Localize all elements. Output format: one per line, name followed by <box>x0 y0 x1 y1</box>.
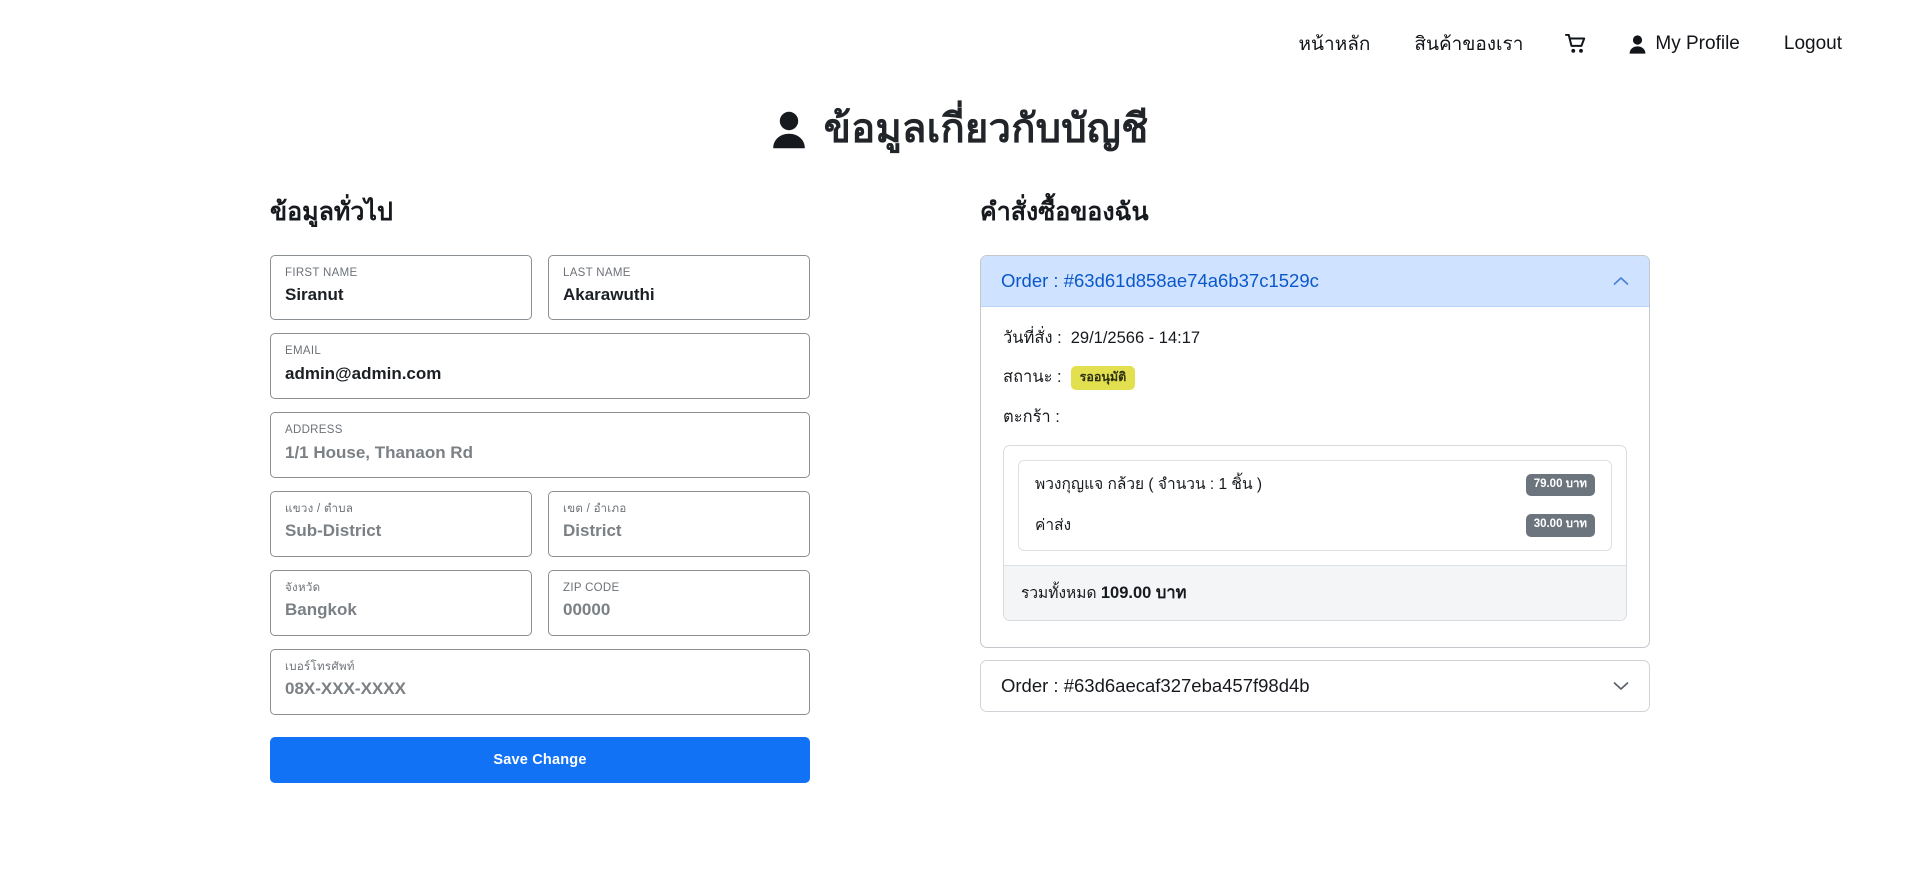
sub-district-value: Sub-District <box>285 521 382 541</box>
order-title-0: Order : #63d61d858ae74a6b37c1529c <box>1001 269 1319 291</box>
nav-my-profile[interactable]: My Profile <box>1607 25 1761 63</box>
orders-accordion: Order : #63d61d858ae74a6b37c1529c วันที่… <box>980 254 1650 713</box>
nav-home[interactable]: หน้าหลัก <box>1277 21 1393 67</box>
email-row: EMAIL admin@admin.com <box>270 333 810 400</box>
nav-logout-label: Logout <box>1783 33 1842 54</box>
nav-items: หน้าหลัก สินค้าของเรา My Profile Logout <box>1277 21 1864 67</box>
address-row: ADDRESS 1/1 House, Thanaon Rd <box>270 412 810 479</box>
email-label: EMAIL <box>285 345 322 358</box>
chevron-up-icon[interactable] <box>1613 276 1629 286</box>
order-body-0: วันที่สั่ง : 29/1/2566 - 14:17 สถานะ : ร… <box>981 307 1649 648</box>
order-cart-label: ตะกร้า : <box>1003 407 1060 426</box>
order-item-collapsed: Order : #63d6aecaf327eba457f98d4b <box>980 660 1650 713</box>
user-icon <box>1629 34 1646 54</box>
nav-products[interactable]: สินค้าของเรา <box>1392 21 1545 67</box>
nav-products-label: สินค้าของเรา <box>1414 34 1524 55</box>
email-field[interactable]: EMAIL admin@admin.com <box>270 333 810 400</box>
orders-heading: คำสั่งซื้อของฉัน <box>980 198 1149 226</box>
order-date-value: 29/1/2566 - 14:17 <box>1070 328 1201 347</box>
first-name-field[interactable]: FIRST NAME Siranut <box>270 254 532 321</box>
page-title: ข้อมูลเกี่ยวกับบัญชี <box>0 104 1920 154</box>
top-navbar: หน้าหลัก สินค้าของเรา My Profile Logout <box>0 0 1920 88</box>
cart-item-price: 30.00 บาท <box>1525 514 1595 538</box>
sub-district-field[interactable]: แขวง / ตำบล Sub-District <box>270 491 532 558</box>
order-header-0[interactable]: Order : #63d61d858ae74a6b37c1529c <box>981 255 1649 307</box>
cart-row: ค่าส่ง 30.00 บาท <box>1019 505 1611 546</box>
last-name-value: Akarawuthi <box>563 284 655 304</box>
order-cart-line: ตะกร้า : <box>1003 406 1627 429</box>
cart-row: พวงกุญแจ กล้วย ( จำนวน : 1 ชิ้น ) 79.00 … <box>1019 465 1611 506</box>
phone-label: เบอร์โทรศัพท์ <box>285 660 355 673</box>
order-status-label: สถานะ : <box>1003 368 1062 387</box>
cart-items-list: พวงกุญแจ กล้วย ( จำนวน : 1 ชิ้น ) 79.00 … <box>1018 459 1612 552</box>
province-label: จังหวัด <box>285 582 321 595</box>
subdistrict-district-row: แขวง / ตำบล Sub-District เขต / อำเภอ Dis… <box>270 491 810 558</box>
status-badge: รออนุมัติ <box>1070 365 1136 390</box>
general-info-heading: ข้อมูลทั่วไป <box>270 198 393 226</box>
email-value: admin@admin.com <box>285 363 442 383</box>
zip-code-value: 00000 <box>563 600 611 620</box>
order-header-1[interactable]: Order : #63d6aecaf327eba457f98d4b <box>981 661 1649 712</box>
page-title-text: ข้อมูลเกี่ยวกับบัญชี <box>823 107 1149 151</box>
nav-logout[interactable]: Logout <box>1762 25 1864 63</box>
phone-field[interactable]: เบอร์โทรศัพท์ 08X-XXX-XXXX <box>270 648 810 715</box>
cart-total-value: 109.00 บาท <box>1100 584 1187 603</box>
cart-total-label: รวมทั้งหมด <box>1021 585 1097 603</box>
cart-card: พวงกุญแจ กล้วย ( จำนวน : 1 ชิ้น ) 79.00 … <box>1003 444 1627 622</box>
address-value: 1/1 House, Thanaon Rd <box>285 442 473 462</box>
cart-item-name: ค่าส่ง <box>1035 517 1072 535</box>
order-date-label: วันที่สั่ง : <box>1003 328 1062 347</box>
phone-row: เบอร์โทรศัพท์ 08X-XXX-XXXX <box>270 648 810 715</box>
nav-my-profile-label: My Profile <box>1655 33 1740 54</box>
order-status-line: สถานะ : รออนุมัติ <box>1003 365 1627 390</box>
zip-code-label: ZIP CODE <box>563 582 620 595</box>
general-info-section: ข้อมูลทั่วไป FIRST NAME Siranut LAST NAM… <box>0 196 960 783</box>
first-name-label: FIRST NAME <box>285 266 358 279</box>
province-value: Bangkok <box>285 600 357 620</box>
chevron-down-icon[interactable] <box>1613 681 1629 691</box>
cart-item-name: พวงกุญแจ กล้วย ( จำนวน : 1 ชิ้น ) <box>1035 476 1263 494</box>
orders-section: คำสั่งซื้อของฉัน Order : #63d61d858ae74a… <box>960 196 1920 783</box>
province-field[interactable]: จังหวัด Bangkok <box>270 570 532 636</box>
district-label: เขต / อำเภอ <box>563 503 627 516</box>
phone-value: 08X-XXX-XXXX <box>285 679 406 699</box>
save-change-button[interactable]: Save Change <box>270 736 810 783</box>
main-content: ข้อมูลทั่วไป FIRST NAME Siranut LAST NAM… <box>0 154 1920 783</box>
cart-icon <box>1565 34 1587 54</box>
address-field[interactable]: ADDRESS 1/1 House, Thanaon Rd <box>270 412 810 479</box>
last-name-label: LAST NAME <box>563 266 631 279</box>
order-date-line: วันที่สั่ง : 29/1/2566 - 14:17 <box>1003 327 1627 350</box>
sub-district-label: แขวง / ตำบล <box>285 503 354 516</box>
address-label: ADDRESS <box>285 424 343 437</box>
cart-total-row: รวมทั้งหมด 109.00 บาท <box>1004 565 1626 621</box>
user-icon <box>772 111 806 149</box>
name-row: FIRST NAME Siranut LAST NAME Akarawuthi <box>270 254 810 321</box>
last-name-field[interactable]: LAST NAME Akarawuthi <box>548 254 810 321</box>
order-item-expanded: Order : #63d61d858ae74a6b37c1529c วันที่… <box>980 254 1650 649</box>
cart-item-price: 79.00 บาท <box>1525 473 1595 497</box>
first-name-value: Siranut <box>285 284 344 304</box>
nav-cart[interactable] <box>1545 26 1607 62</box>
order-title-1: Order : #63d6aecaf327eba457f98d4b <box>1001 675 1310 697</box>
zip-code-field[interactable]: ZIP CODE 00000 <box>548 570 810 636</box>
district-field[interactable]: เขต / อำเภอ District <box>548 491 810 558</box>
nav-home-label: หน้าหลัก <box>1298 34 1371 55</box>
province-zip-row: จังหวัด Bangkok ZIP CODE 00000 <box>270 570 810 636</box>
district-value: District <box>563 521 622 541</box>
